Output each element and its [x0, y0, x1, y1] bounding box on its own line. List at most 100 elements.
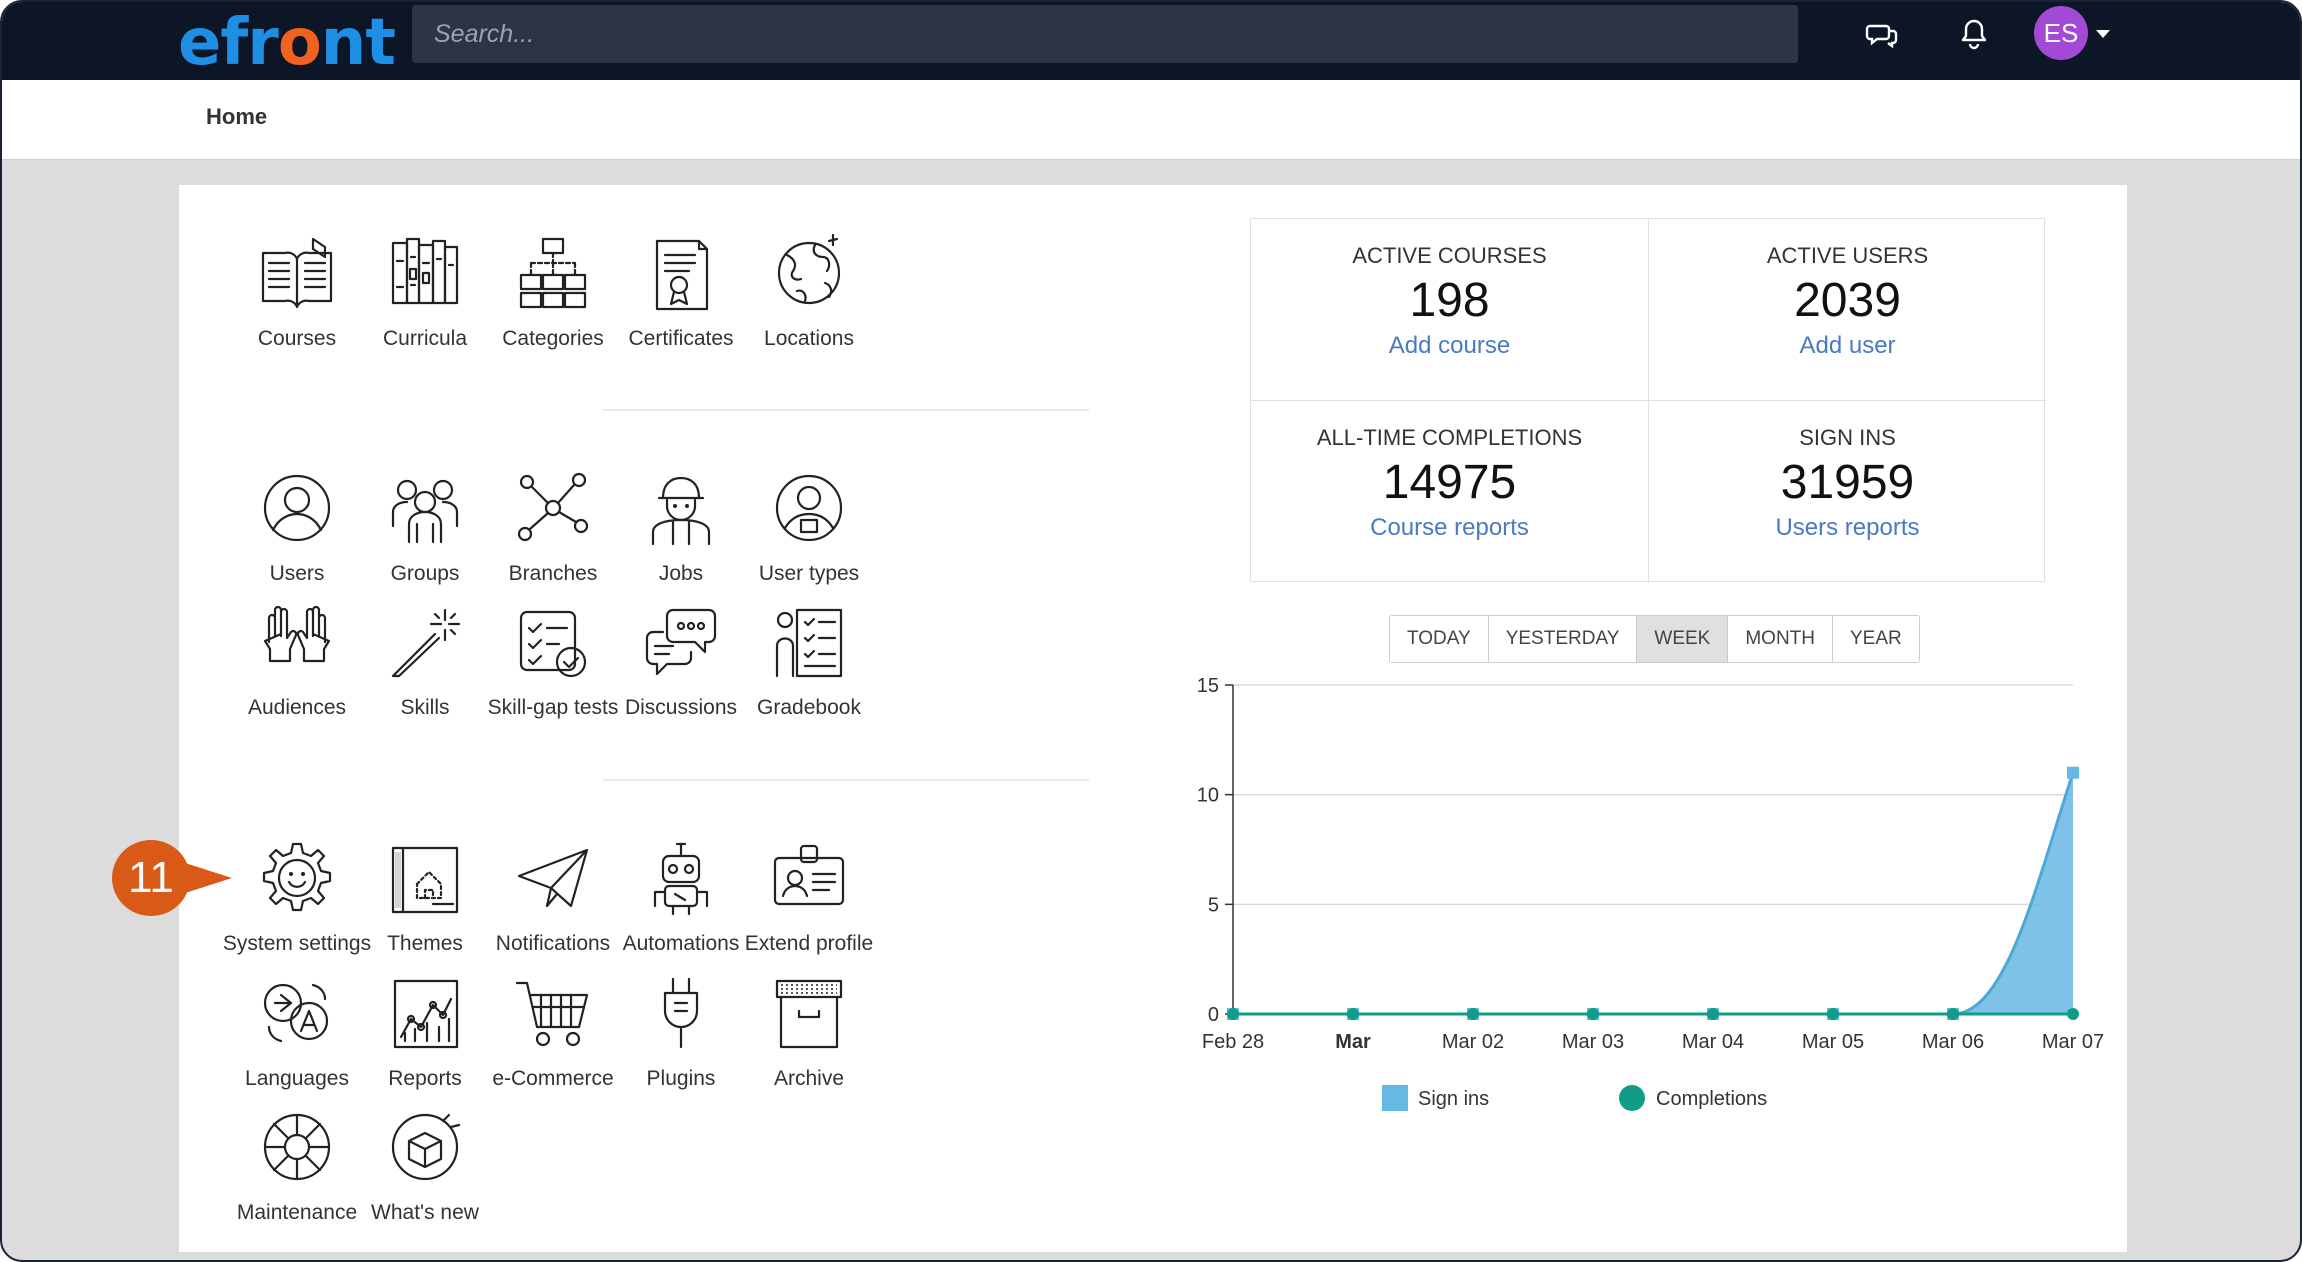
hierarchy-icon — [519, 237, 587, 309]
gradebook-icon — [775, 608, 843, 678]
activity-chart: 0 5 10 15 Feb 28 Mar Mar 02 Mar 03 Mar 04 Mar 05 M… — [1197, 675, 2104, 1111]
legend-label-sign-ins: Sign ins — [1418, 1088, 1489, 1110]
y-tick-label: 0 — [1208, 1004, 1219, 1026]
stat-divider — [1648, 219, 1649, 583]
y-tick-label: 15 — [1197, 675, 1219, 697]
tile-label: Gradebook — [757, 696, 861, 719]
add-course-link[interactable]: Add course — [1251, 332, 1648, 360]
legend-label-completions: Completions — [1656, 1088, 1767, 1110]
raised-hands-icon — [263, 605, 331, 663]
completions-point — [1227, 1008, 1239, 1020]
stat-value: 14975 — [1382, 456, 1517, 509]
x-tick-label: Mar 07 — [2042, 1031, 2104, 1053]
globe-icon — [777, 233, 841, 305]
tile-archive[interactable]: Archive — [715, 971, 903, 1091]
checklist-icon — [519, 610, 587, 678]
archive-box-icon — [775, 979, 843, 1049]
legend-swatch-completions — [1619, 1085, 1645, 1111]
completions-point — [1347, 1008, 1359, 1020]
magic-wand-icon — [391, 608, 461, 678]
tile-what-s-new[interactable]: What's new — [331, 1105, 519, 1225]
chat-icon[interactable] — [1864, 16, 1900, 52]
stat-sign-ins: SIGN INS 31959 Users reports — [1649, 401, 2046, 583]
stat-active-users: ACTIVE USERS 2039 Add user — [1649, 219, 2046, 401]
bell-icon[interactable] — [1956, 16, 1992, 52]
stat-value: 31959 — [1780, 456, 1915, 509]
stat-heading: ACTIVE COURSES — [1352, 243, 1547, 268]
x-tick-label: Mar 04 — [1682, 1031, 1744, 1053]
breadcrumb-home[interactable]: Home — [206, 104, 267, 130]
tile-extend-profile[interactable]: Extend profile — [715, 836, 903, 956]
id-card-icon — [773, 844, 845, 906]
user-badge-icon — [775, 474, 843, 542]
group-divider — [603, 779, 1089, 781]
completions-point — [1467, 1008, 1479, 1020]
breadcrumb-bar: Home — [2, 80, 2300, 160]
efront-logo[interactable]: efront — [178, 6, 396, 80]
x-tick-label: Mar 02 — [1442, 1031, 1504, 1053]
tile-user-types[interactable]: User types — [715, 466, 903, 586]
stats-grid: ACTIVE COURSES 198 Add course ACTIVE USE… — [1250, 218, 2046, 583]
date-range-tabs: TODAY YESTERDAY WEEK MONTH YEAR — [1389, 615, 1920, 663]
tile-locations[interactable]: Locations — [715, 231, 903, 351]
translate-icon — [263, 983, 329, 1043]
robot-icon — [653, 842, 709, 916]
range-tab-month[interactable]: MONTH — [1728, 616, 1833, 662]
chat-bubbles-icon — [645, 608, 717, 676]
tile-label: Locations — [764, 327, 854, 350]
search-input[interactable] — [412, 5, 1798, 63]
range-tab-week[interactable]: WEEK — [1637, 616, 1729, 662]
y-tick-label: 10 — [1197, 785, 1219, 807]
group-icon — [391, 479, 459, 544]
app-window: efront ES Home CoursesCurriculaCategorie… — [0, 0, 2302, 1262]
report-chart-icon — [393, 979, 459, 1049]
callout-badge: 11 — [112, 840, 190, 916]
user-avatar[interactable]: ES — [2034, 6, 2088, 60]
chevron-down-icon[interactable] — [2096, 30, 2110, 38]
stat-value: 198 — [1409, 274, 1490, 327]
add-user-link[interactable]: Add user — [1649, 332, 2046, 360]
range-tab-year[interactable]: YEAR — [1833, 616, 1919, 662]
stat-heading: ACTIVE USERS — [1766, 243, 1929, 268]
completions-point — [1707, 1008, 1719, 1020]
legend-swatch-sign-ins — [1382, 1085, 1408, 1111]
user-icon — [263, 474, 331, 542]
range-tab-today[interactable]: TODAY — [1390, 616, 1489, 662]
stat-completions: ALL-TIME COMPLETIONS 14975 Course report… — [1251, 401, 1648, 583]
users-reports-link[interactable]: Users reports — [1649, 514, 2046, 542]
book-icon — [261, 237, 333, 309]
stat-heading: ALL-TIME COMPLETIONS — [1316, 425, 1583, 450]
x-tick-label: Mar — [1335, 1031, 1371, 1053]
course-reports-link[interactable]: Course reports — [1251, 514, 1648, 542]
sign-ins-point — [2067, 766, 2079, 779]
plug-icon — [663, 977, 699, 1049]
stat-value: 2039 — [1794, 274, 1901, 327]
shopping-cart-icon — [515, 981, 589, 1047]
range-tab-yesterday[interactable]: YESTERDAY — [1488, 616, 1638, 662]
x-tick-label: Mar 06 — [1922, 1031, 1984, 1053]
completions-point — [1947, 1008, 1959, 1020]
completions-point — [1587, 1008, 1599, 1020]
blueprint-icon — [391, 846, 459, 914]
y-tick-label: 5 — [1208, 894, 1219, 916]
gear-icon — [262, 842, 332, 912]
tile-gradebook[interactable]: Gradebook — [715, 600, 903, 720]
x-tick-label: Mar 05 — [1802, 1031, 1864, 1053]
sign-ins-area — [1233, 772, 2073, 1014]
tile-label: What's new — [371, 1201, 479, 1224]
bookshelf-icon — [391, 237, 459, 305]
stat-divider — [1251, 400, 2046, 401]
worker-icon — [651, 476, 711, 546]
maintenance-icon — [263, 1113, 331, 1181]
tile-label: Archive — [773, 1067, 845, 1090]
completions-point — [2067, 1008, 2079, 1020]
stat-active-courses: ACTIVE COURSES 198 Add course — [1251, 219, 1648, 401]
certificate-icon — [655, 239, 709, 311]
new-box-icon — [391, 1113, 461, 1181]
x-tick-label: Feb 28 — [1202, 1031, 1264, 1053]
top-bar: efront ES — [2, 2, 2300, 80]
search-box[interactable] — [412, 5, 1798, 63]
tile-label: User types — [758, 562, 860, 585]
sign-ins-line — [1233, 772, 2075, 1016]
network-icon — [517, 472, 589, 542]
